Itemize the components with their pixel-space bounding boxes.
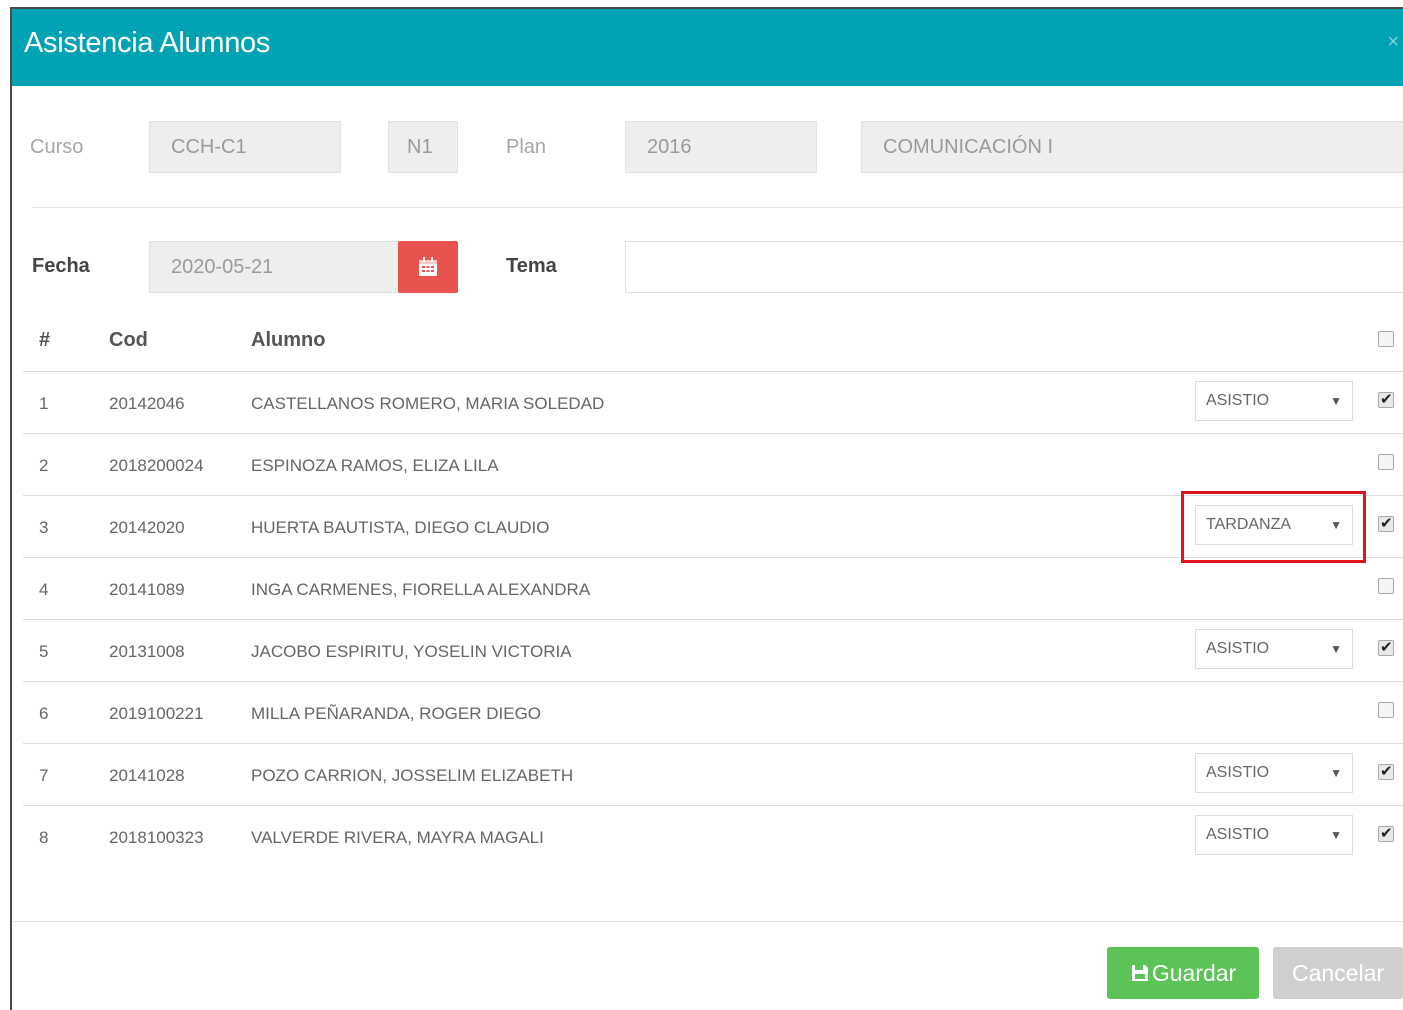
attendance-checkbox[interactable] [1378,578,1394,594]
student-code: 2018100323 [109,828,204,847]
footer-divider [12,921,1403,922]
floppy-disk-icon [1131,965,1148,981]
calendar-button[interactable] [398,241,458,293]
attendance-checkbox[interactable] [1378,390,1394,408]
table-row: 5 20131008 JACOBO ESPIRITU, YOSELIN VICTOR… [23,619,1403,682]
attendance-modal: Asistencia Alumnos × Curso CCH-C1 N1 Pla… [10,7,1403,1010]
status-select[interactable]: ASISTIO ▼ [1195,815,1353,855]
student-name: CASTELLANOS ROMERO, MARIA SOLEDAD [251,394,605,413]
course-name-field: COMUNICACIÓN I [861,121,1403,173]
status-select[interactable]: ASISTIO ▼ [1195,629,1353,669]
row-number: 5 [39,642,49,661]
row-number: 8 [39,828,49,847]
student-code: 20142046 [109,394,185,413]
status-select-value: ASISTIO [1206,764,1270,781]
table-row: 8 2018100323 VALVERDE RIVERA, MAYRA MAGALI… [23,805,1403,868]
caret-down-icon: ▼ [1330,642,1342,656]
status-select[interactable]: ASISTIO ▼ [1195,753,1353,793]
highlight-box [1181,491,1366,563]
status-select-value: ASISTIO [1206,392,1270,409]
table-row: 6 2019100221 MILLA PEÑARANDA, ROGER DIEGO [23,681,1403,744]
table-row: 7 20141028 POZO CARRION, JOSSELIM ELIZABET… [23,743,1403,806]
student-name: MILLA PEÑARANDA, ROGER DIEGO [251,704,542,723]
row-number: 3 [39,518,49,537]
student-name: POZO CARRION, JOSSELIM ELIZABETH [251,766,574,785]
attendance-checkbox[interactable] [1378,824,1394,842]
fecha-input[interactable]: 2020-05-21 [149,241,399,293]
attendance-checkbox[interactable] [1378,762,1394,780]
calendar-icon [419,257,437,276]
table-row: 2 2018200024 ESPINOZA RAMOS, ELIZA LILA [23,433,1403,496]
attendance-checkbox[interactable] [1378,702,1394,718]
row-number: 2 [39,456,49,475]
plan-field: 2016 [625,121,817,173]
student-name: HUERTA BAUTISTA, DIEGO CLAUDIO [251,518,550,537]
attendance-checkbox[interactable] [1378,454,1394,470]
header-num: # [39,329,51,351]
header-cod: Cod [109,329,148,351]
caret-down-icon: ▼ [1330,394,1342,408]
student-code: 2018200024 [109,456,204,475]
row-number: 4 [39,580,49,599]
curso-label: Curso [30,136,84,158]
student-name: INGA CARMENES, FIORELLA ALEXANDRA [251,580,591,599]
student-code: 2019100221 [109,704,204,723]
status-select-value: ASISTIO [1206,640,1270,657]
save-button-label: Guardar [1151,960,1237,986]
row-number: 7 [39,766,49,785]
select-all-checkbox[interactable] [1378,331,1394,347]
student-name: JACOBO ESPIRITU, YOSELIN VICTORIA [251,642,572,661]
fecha-label: Fecha [32,255,90,277]
close-icon[interactable]: × [1387,31,1399,54]
curso-field: CCH-C1 [149,121,341,173]
save-button[interactable]: Guardar [1107,947,1259,999]
caret-down-icon: ▼ [1330,766,1342,780]
attendance-checkbox[interactable] [1378,638,1394,656]
student-code: 20141089 [109,580,185,599]
cancel-button[interactable]: Cancelar [1273,947,1403,999]
row-number: 1 [39,394,49,413]
header-alumno: Alumno [251,329,326,351]
tema-label: Tema [506,255,557,277]
student-code: 20141028 [109,766,185,785]
status-select-value: ASISTIO [1206,826,1270,843]
section-divider [32,207,1403,208]
plan-label: Plan [506,136,547,158]
student-name: VALVERDE RIVERA, MAYRA MAGALI [251,828,544,847]
table-row: 1 20142046 CASTELLANOS ROMERO, MARIA SOLED… [23,371,1403,434]
attendance-checkbox[interactable] [1378,514,1394,532]
student-code: 20131008 [109,642,185,661]
student-code: 20142020 [109,518,185,537]
row-number: 6 [39,704,49,723]
modal-header: Asistencia Alumnos × [12,9,1403,86]
modal-title: Asistencia Alumnos [24,27,271,59]
student-name: ESPINOZA RAMOS, ELIZA LILA [251,456,499,475]
tema-input[interactable] [625,241,1403,293]
status-select[interactable]: ASISTIO ▼ [1195,381,1353,421]
nivel-field: N1 [388,121,458,173]
table-row: 4 20141089 INGA CARMENES, FIORELLA ALEXAND… [23,557,1403,620]
caret-down-icon: ▼ [1330,828,1342,842]
